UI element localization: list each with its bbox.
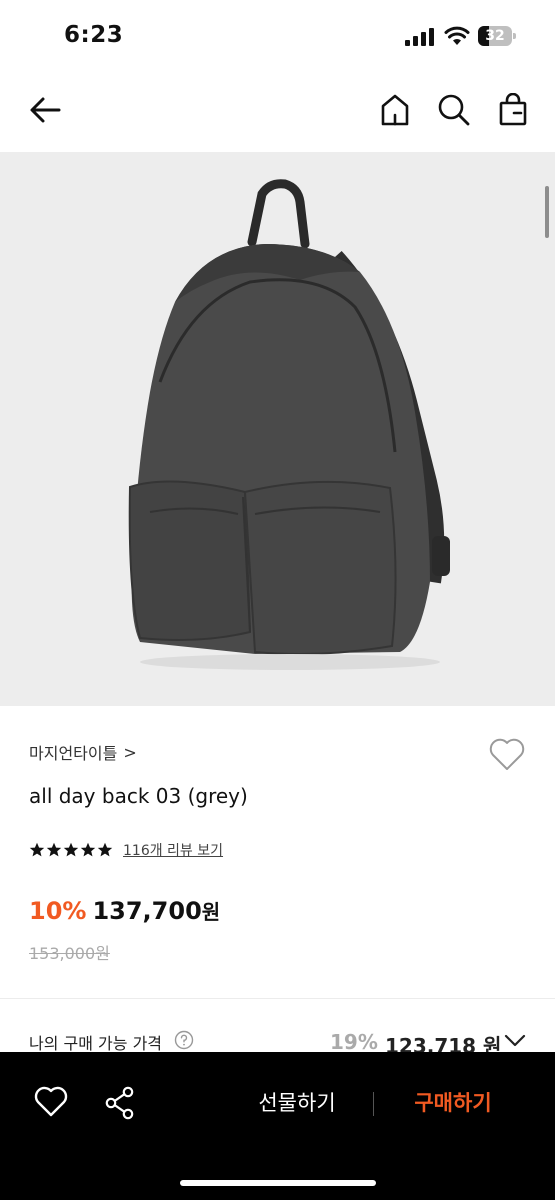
- search-button[interactable]: [436, 92, 472, 128]
- rating-row: 116개 리뷰 보기: [29, 840, 223, 860]
- divider: [0, 998, 555, 999]
- nav-bar: [0, 74, 555, 152]
- heart-icon: [489, 738, 525, 770]
- wishlist-button[interactable]: [488, 736, 526, 772]
- home-button[interactable]: [377, 92, 413, 128]
- original-price: 153,000원: [29, 944, 110, 963]
- bottom-action-bar: 선물하기 구매하기: [0, 1052, 555, 1200]
- star-icon: [46, 842, 62, 857]
- cart-button[interactable]: [495, 92, 531, 128]
- chevron-down-icon[interactable]: [504, 1034, 526, 1048]
- sale-price: 137,700원: [92, 897, 221, 925]
- review-link[interactable]: 116개 리뷰 보기: [123, 840, 223, 860]
- product-image[interactable]: [0, 152, 555, 706]
- cellular-signal-icon: [405, 28, 434, 46]
- star-icon: [80, 842, 96, 857]
- product-name: all day back 03 (grey): [29, 784, 248, 808]
- home-indicator[interactable]: [180, 1180, 376, 1186]
- image-scroll-indicator: [545, 186, 549, 238]
- brand-name: 마지언타이틀: [29, 744, 118, 763]
- benefit-rate: 19%: [330, 1030, 378, 1054]
- star-icon: [63, 842, 79, 857]
- star-icon: [97, 842, 113, 857]
- divider: [373, 1092, 374, 1116]
- brand-link[interactable]: 마지언타이틀 >: [29, 740, 137, 764]
- share-icon[interactable]: [104, 1086, 136, 1120]
- buy-button[interactable]: 구매하기: [394, 1086, 512, 1120]
- benefit-label: 나의 구매 가능 가격: [29, 1034, 163, 1053]
- search-icon: [438, 94, 470, 126]
- backpack-image: [128, 179, 450, 670]
- back-button[interactable]: [27, 92, 63, 128]
- battery-icon: 32: [478, 26, 516, 46]
- status-bar: 6:23 32: [0, 0, 555, 74]
- rating-stars: [29, 842, 113, 858]
- arrow-left-icon: [30, 97, 61, 123]
- home-icon: [381, 94, 409, 126]
- chevron-right-icon: >: [123, 742, 137, 762]
- status-time: 6:23: [64, 22, 124, 48]
- question-circle-icon[interactable]: [174, 1030, 194, 1050]
- gift-button[interactable]: 선물하기: [236, 1086, 358, 1120]
- wifi-icon: [444, 26, 470, 45]
- star-icon: [29, 842, 45, 857]
- discount-rate: 10%: [29, 897, 87, 925]
- battery-level: 32: [485, 28, 505, 44]
- heart-icon[interactable]: [34, 1086, 68, 1118]
- price-row: 10% 137,700원: [29, 896, 220, 925]
- shopping-bag-icon: [499, 93, 527, 126]
